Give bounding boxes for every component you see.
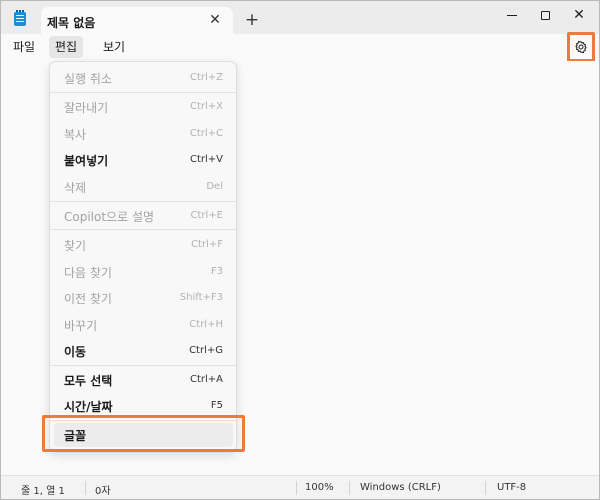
menu-edit[interactable]: 편집 [49, 36, 84, 58]
menu-item-shortcut: Ctrl+E [190, 210, 224, 221]
menu-item-label: 이동 [64, 345, 87, 359]
menu-item-shortcut: Del [206, 181, 223, 192]
menu-item-label: Copilot으로 설명 [64, 210, 155, 224]
menu-item-shortcut: Ctrl+G [189, 345, 223, 356]
menu-item-label: 이전 찾기 [64, 292, 112, 306]
status-bar: 줄 1, 열 1 0자 100% Windows (CRLF) UTF-8 [1, 475, 599, 499]
menu-item-shortcut: Ctrl+A [189, 374, 223, 385]
menu-item-label: 찾기 [64, 239, 87, 253]
status-line-ending[interactable]: Windows (CRLF) [360, 482, 441, 493]
status-position: 줄 1, 열 1 [21, 486, 65, 497]
menu-item-label: 복사 [64, 128, 87, 142]
status-encoding[interactable]: UTF-8 [497, 482, 526, 493]
menu-item-shortcut: Ctrl+X [189, 101, 223, 112]
menu-item-label: 잘라내기 [64, 101, 109, 115]
close-icon[interactable]: ✕ [207, 12, 223, 28]
font-highlight [42, 415, 245, 452]
status-char-count: 0자 [95, 486, 111, 497]
notepad-window: 제목 없음 ✕ + ✕ 파일 편집 보기 실행 취소 Ctrl+Z 잘라내기 C… [0, 0, 600, 500]
menu-item-shortcut: Ctrl+Z [189, 72, 223, 83]
status-separator [85, 481, 86, 495]
tab-title: 제목 없음 [47, 16, 96, 30]
menu-view[interactable]: 보기 [97, 36, 131, 58]
status-separator [296, 481, 297, 495]
menu-item-cut[interactable]: 잘라내기 Ctrl+X [54, 95, 233, 119]
close-window-button[interactable]: ✕ [562, 1, 596, 29]
menu-file[interactable]: 파일 [7, 36, 41, 58]
menu-item-undo[interactable]: 실행 취소 Ctrl+Z [54, 66, 233, 90]
status-separator [349, 481, 350, 495]
menu-item-shortcut: Ctrl+F [191, 239, 223, 250]
menu-item-shortcut: Ctrl+C [189, 128, 223, 139]
menu-item-shortcut: F3 [210, 266, 223, 277]
minimize-button[interactable] [495, 1, 529, 29]
menu-item-shortcut: Ctrl+H [189, 319, 223, 330]
menu-separator [50, 201, 236, 202]
status-separator [485, 481, 486, 495]
title-bar: 제목 없음 ✕ + ✕ [1, 1, 599, 35]
menu-item-copy[interactable]: 복사 Ctrl+C [54, 122, 233, 146]
menu-item-label: 삭제 [64, 181, 87, 195]
menu-item-find-next[interactable]: 다음 찾기 F3 [54, 260, 233, 284]
menu-item-go-to[interactable]: 이동 Ctrl+G [54, 339, 233, 363]
menu-item-find-previous[interactable]: 이전 찾기 Shift+F3 [54, 286, 233, 310]
menu-item-label: 다음 찾기 [64, 266, 112, 280]
menu-bar: 파일 편집 보기 [1, 34, 599, 61]
notepad-icon [14, 10, 26, 26]
maximize-icon [540, 10, 550, 20]
menu-item-paste[interactable]: 붙여넣기 Ctrl+V [54, 148, 233, 172]
menu-item-shortcut: Shift+F3 [179, 292, 223, 303]
maximize-button[interactable] [528, 1, 562, 29]
menu-item-label: 바꾸기 [64, 319, 98, 333]
edit-menu-dropdown: 실행 취소 Ctrl+Z 잘라내기 Ctrl+X 복사 Ctrl+C 붙여넣기 … [49, 61, 237, 453]
minimize-icon [507, 14, 517, 16]
menu-item-select-all[interactable]: 모두 선택 Ctrl+A [54, 368, 233, 392]
menu-item-replace[interactable]: 바꾸기 Ctrl+H [54, 313, 233, 337]
status-zoom[interactable]: 100% [305, 482, 334, 493]
menu-item-shortcut: Ctrl+V [189, 154, 223, 165]
settings-highlight [567, 32, 595, 62]
menu-item-label: 실행 취소 [64, 72, 112, 86]
tab-untitled[interactable]: 제목 없음 ✕ [41, 7, 233, 35]
menu-item-label: 시간/날짜 [64, 400, 113, 414]
menu-separator [50, 229, 236, 230]
menu-item-copilot-explain[interactable]: Copilot으로 설명 Ctrl+E [54, 204, 233, 228]
plus-icon[interactable]: + [243, 11, 261, 29]
menu-separator [50, 92, 236, 93]
menu-item-label: 붙여넣기 [64, 154, 109, 168]
menu-item-delete[interactable]: 삭제 Del [54, 175, 233, 199]
menu-item-label: 모두 선택 [64, 374, 113, 388]
menu-item-find[interactable]: 찾기 Ctrl+F [54, 233, 233, 257]
menu-separator [50, 365, 236, 366]
menu-item-shortcut: F5 [210, 400, 223, 411]
